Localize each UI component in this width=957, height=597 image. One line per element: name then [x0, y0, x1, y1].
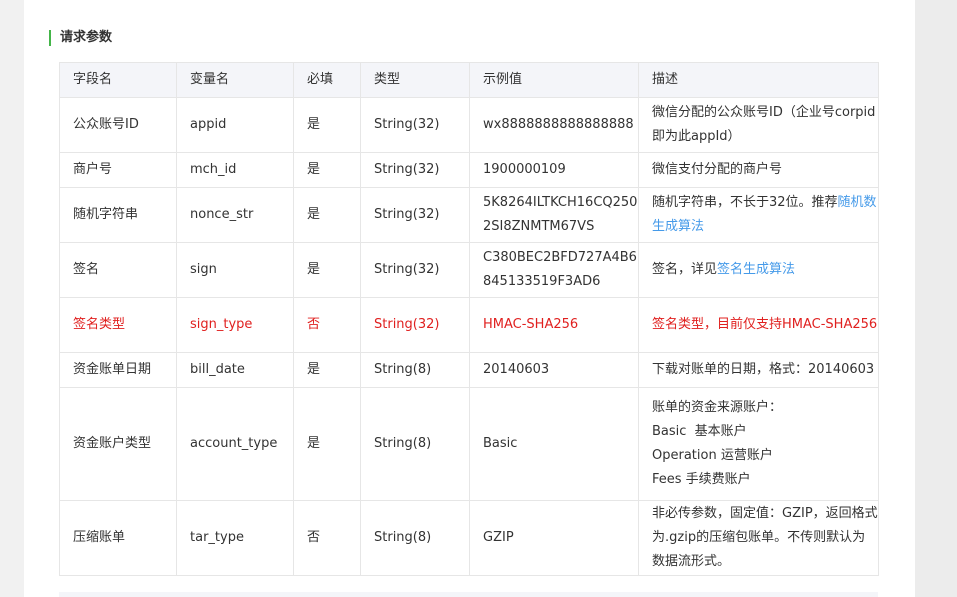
params-table: 字段名 变量名 必填 类型 示例值 描述 公众账号ID appid 是 Stri… [59, 62, 879, 576]
description-line: Operation 运营账户 [652, 448, 773, 463]
cell-required: 是 [293, 242, 361, 298]
section-title: 请求参数 [49, 30, 112, 46]
header-required: 必填 [293, 62, 361, 98]
cell-example: C380BEC2BFD727A4B6845133519F3AD6 [469, 242, 639, 298]
cell-required: 否 [293, 297, 361, 353]
header-example: 示例值 [469, 62, 639, 98]
cell-variable: mch_id [176, 152, 294, 188]
cell-type: String(8) [360, 352, 470, 388]
cell-variable: sign_type [176, 297, 294, 353]
cell-variable: nonce_str [176, 187, 294, 243]
cell-required: 是 [293, 387, 361, 501]
cell-variable: appid [176, 97, 294, 153]
cell-field: 压缩账单 [59, 500, 177, 576]
description-text: 随机字符串，不长于32位。推荐 [652, 195, 838, 210]
cell-type: String(32) [360, 152, 470, 188]
cell-field: 签名 [59, 242, 177, 298]
cell-type: String(32) [360, 97, 470, 153]
right-gutter [915, 0, 957, 597]
cell-description: 签名，详见签名生成算法 [638, 242, 879, 298]
description-line: Fees 手续费账户 [652, 472, 751, 487]
cell-required: 否 [293, 500, 361, 576]
cell-description: 微信支付分配的商户号 [638, 152, 879, 188]
cell-description: 微信分配的公众账号ID（企业号corpid即为此appId） [638, 97, 879, 153]
cell-example: Basic [469, 387, 639, 501]
cell-required: 是 [293, 152, 361, 188]
cell-field: 资金账户类型 [59, 387, 177, 501]
table-row: 随机字符串 nonce_str 是 String(32) 5K8264ILTKC… [59, 187, 879, 243]
cell-description: 非必传参数，固定值：GZIP，返回格式为.gzip的压缩包账单。不传则默认为数据… [638, 500, 879, 576]
cell-example: 5K8264ILTKCH16CQ2502SI8ZNMTM67VS [469, 187, 639, 243]
cell-variable: sign [176, 242, 294, 298]
table-row: 压缩账单 tar_type 否 String(8) GZIP 非必传参数，固定值… [59, 500, 879, 576]
cell-variable: tar_type [176, 500, 294, 576]
table-row: 商户号 mch_id 是 String(32) 1900000109 微信支付分… [59, 152, 879, 188]
cell-description: 签名类型，目前仅支持HMAC-SHA256 [638, 297, 879, 353]
next-table-header-strip [59, 592, 878, 597]
table-row: 资金账单日期 bill_date 是 String(8) 20140603 下载… [59, 352, 879, 388]
header-field: 字段名 [59, 62, 177, 98]
cell-description: 下载对账单的日期，格式：20140603 [638, 352, 879, 388]
cell-variable: bill_date [176, 352, 294, 388]
cell-field: 签名类型 [59, 297, 177, 353]
cell-required: 是 [293, 97, 361, 153]
header-description: 描述 [638, 62, 879, 98]
description-text: 签名，详见 [652, 262, 718, 277]
cell-type: String(8) [360, 500, 470, 576]
cell-field: 商户号 [59, 152, 177, 188]
cell-example: 1900000109 [469, 152, 639, 188]
cell-example: HMAC-SHA256 [469, 297, 639, 353]
description-line: Basic 基本账户 [652, 424, 747, 439]
cell-type: String(32) [360, 297, 470, 353]
cell-type: String(32) [360, 187, 470, 243]
cell-required: 是 [293, 187, 361, 243]
table-row: 资金账户类型 account_type 是 String(8) Basic 账单… [59, 387, 879, 501]
cell-field: 公众账号ID [59, 97, 177, 153]
table-row: 公众账号ID appid 是 String(32) wx888888888888… [59, 97, 879, 153]
cell-example: GZIP [469, 500, 639, 576]
cell-example: 20140603 [469, 352, 639, 388]
table-row-highlighted: 签名类型 sign_type 否 String(32) HMAC-SHA256 … [59, 297, 879, 353]
header-type: 类型 [360, 62, 470, 98]
table-header-row: 字段名 变量名 必填 类型 示例值 描述 [59, 62, 879, 98]
cell-required: 是 [293, 352, 361, 388]
cell-description: 账单的资金来源账户： Basic 基本账户 Operation 运营账户 Fee… [638, 387, 879, 501]
header-variable: 变量名 [176, 62, 294, 98]
cell-variable: account_type [176, 387, 294, 501]
cell-field: 资金账单日期 [59, 352, 177, 388]
cell-field: 随机字符串 [59, 187, 177, 243]
cell-description: 随机字符串，不长于32位。推荐随机数生成算法 [638, 187, 879, 243]
left-gutter [0, 0, 24, 597]
description-line: 账单的资金来源账户： [652, 400, 783, 415]
cell-type: String(8) [360, 387, 470, 501]
table-row: 签名 sign 是 String(32) C380BEC2BFD727A4B68… [59, 242, 879, 298]
signature-algorithm-link[interactable]: 签名生成算法 [717, 262, 795, 277]
cell-type: String(32) [360, 242, 470, 298]
cell-example: wx8888888888888888 [469, 97, 639, 153]
